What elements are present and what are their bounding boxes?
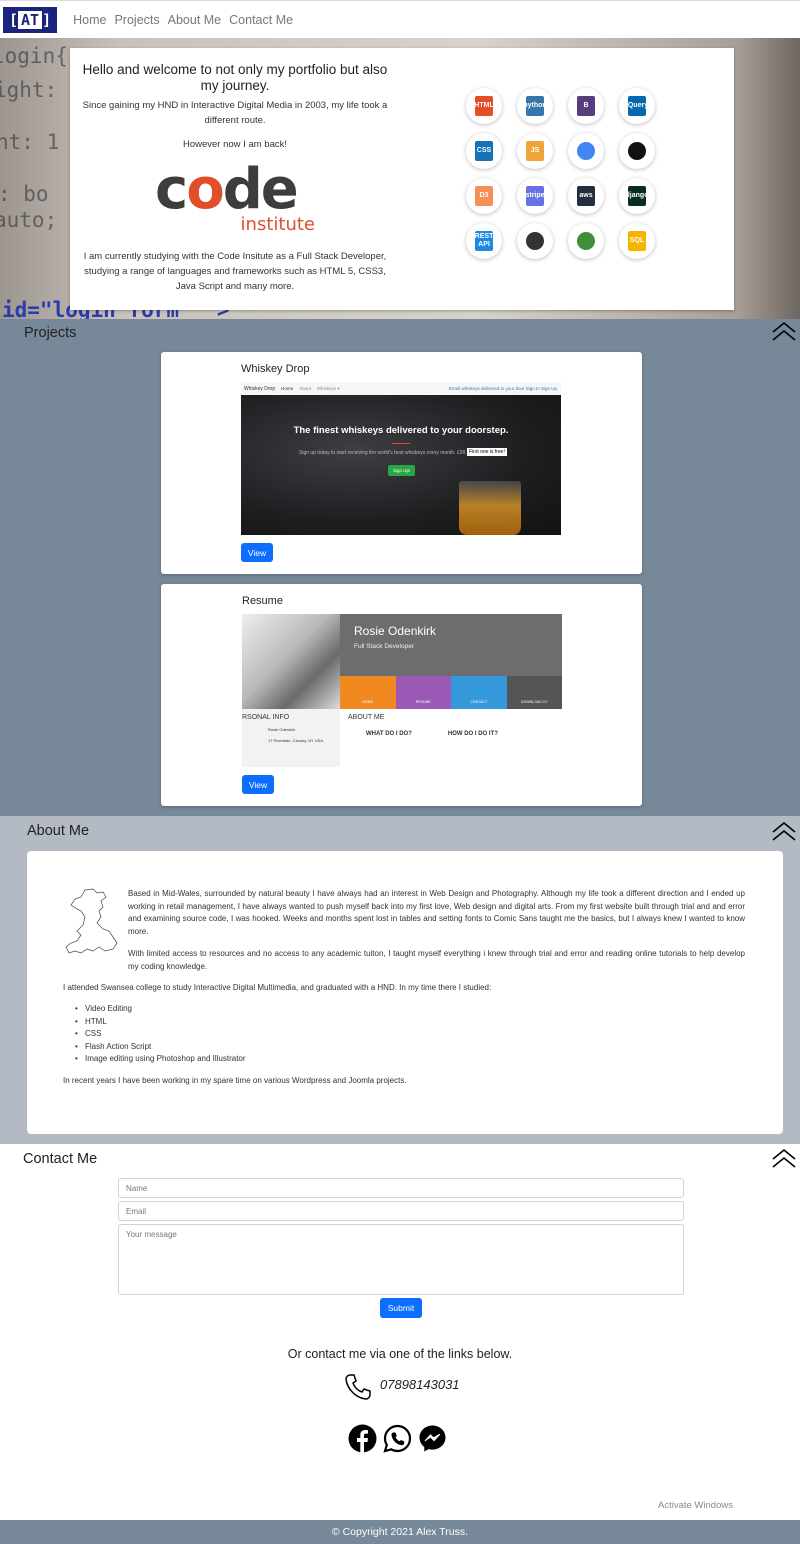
stripe-icon: stripe	[517, 178, 553, 214]
hero-intro: Hello and welcome to not only my portfol…	[78, 62, 392, 294]
project-card-resume: Resume Rosie Odenkirk Full Stack Develop…	[161, 584, 642, 806]
hero-studying-text: I am currently studying with the Code In…	[83, 251, 387, 292]
project-card-whiskey-drop: Whiskey Drop Whiskey Drop Home About Whi…	[161, 352, 642, 574]
copyright-text: © Copyright 2021 Alex Truss.	[331, 1526, 469, 1538]
heroku-icon	[517, 223, 553, 259]
resume-shot-personal-info: RSONAL INFO Rosie Odenkirk 17 Riverdale,…	[242, 709, 340, 767]
resume-shot-tab: HOME	[340, 676, 396, 709]
brand-logo[interactable]: [AT]	[3, 6, 58, 33]
about-skills-list: Video Editing HTML CSS Flash Action Scri…	[63, 1003, 246, 1066]
project-title: Resume	[242, 595, 283, 607]
hero-heading: Hello and welcome to not only my portfol…	[82, 62, 388, 93]
hero-intro-text: Since gaining my HND in Interactive Digi…	[82, 100, 388, 126]
whiskey-glass-image	[459, 481, 521, 535]
hero-back-text: However now I am back!	[182, 139, 287, 150]
sql-icon: SQL	[619, 223, 655, 259]
projects-section: Projects Whiskey Drop Whiskey Drop Home …	[0, 319, 800, 816]
projects-header: Projects	[0, 319, 800, 347]
contact-section: Contact Me Name Email Your message Submi…	[0, 1144, 800, 1520]
code-institute-logo: code institute	[155, 157, 315, 236]
resume-screenshot: Rosie Odenkirk Full Stack Developer HOME…	[242, 614, 562, 767]
about-section: About Me Based in Mid-Wales, surrounded …	[0, 816, 800, 1144]
resume-shot-header: Rosie Odenkirk Full Stack Developer	[340, 614, 562, 676]
nav-link-home[interactable]: Home	[73, 13, 106, 27]
phone-icon[interactable]	[343, 1372, 373, 1402]
resume-portrait-image	[242, 614, 340, 709]
view-resume-button[interactable]: View	[242, 775, 274, 794]
aws-icon: aws	[568, 178, 604, 214]
hero-bg-code-line: : bo	[0, 182, 49, 206]
html5-icon: HTML	[466, 88, 502, 124]
about-header: About Me	[0, 816, 800, 844]
rest-api-icon: REST API	[466, 223, 502, 259]
footer: © Copyright 2021 Alex Truss.	[0, 1520, 800, 1544]
about-paragraph: I attended Swansea college to study Inte…	[63, 983, 492, 992]
navbar: [AT] Home Projects About Me Contact Me	[0, 0, 800, 38]
view-whiskey-drop-button[interactable]: View	[241, 543, 273, 562]
resume-shot-about: ABOUT ME WHAT DO I DO? HOW DO I DO IT?	[348, 714, 498, 737]
github-icon	[619, 133, 655, 169]
submit-button[interactable]: Submit	[380, 1298, 422, 1318]
whiskey-drop-shot-subline: Sign up today to start receiving the wor…	[299, 450, 473, 456]
nav-link-contact[interactable]: Contact Me	[229, 13, 293, 27]
resume-shot-role: Full Stack Developer	[354, 643, 414, 650]
wales-map-icon	[65, 888, 118, 954]
resume-shot-tab: CONTACT	[451, 676, 507, 709]
python-icon: python	[517, 88, 553, 124]
hero-bg-code-line: ht: 1	[0, 130, 60, 154]
message-textarea[interactable]: Your message	[118, 1224, 684, 1295]
d3-crossfilter-icon: D3	[466, 178, 502, 214]
contact-header: Contact Me	[0, 1144, 800, 1172]
resume-shot-tab: DOWNLOAD CV	[506, 676, 562, 709]
whiskey-drop-shot-navbar: Whiskey Drop Home About Whiskeys ▾ Email…	[241, 382, 561, 395]
about-card: Based in Mid-Wales, surrounded by natura…	[27, 851, 783, 1134]
resume-shot-tab: RESUME	[395, 676, 451, 709]
nav-link-projects[interactable]: Projects	[114, 13, 159, 27]
whiskey-drop-shot-headline: The finest whiskeys delivered to your do…	[293, 425, 509, 436]
resume-shot-name: Rosie Odenkirk	[354, 624, 437, 638]
jquery-icon: jQuery	[619, 88, 655, 124]
projects-title: Projects	[24, 325, 77, 341]
google-dev-icon	[568, 133, 604, 169]
list-item: Image editing using Photoshop and Illust…	[63, 1053, 246, 1066]
whiskey-drop-shot-badge: First one is free!	[467, 448, 507, 456]
list-item: Flash Action Script	[63, 1041, 246, 1054]
name-input[interactable]: Name	[118, 1178, 684, 1198]
double-chevron-up-icon[interactable]	[772, 321, 796, 343]
mongodb-icon	[568, 223, 604, 259]
css3-icon: CSS	[466, 133, 502, 169]
facebook-icon[interactable]	[348, 1424, 377, 1453]
list-item: HTML	[63, 1016, 246, 1029]
contact-alt-text: Or contact me via one of the links below…	[287, 1347, 513, 1361]
double-chevron-up-icon[interactable]	[772, 821, 796, 843]
brand-text: AT	[18, 10, 43, 29]
list-item: Video Editing	[63, 1003, 246, 1016]
whiskey-drop-screenshot: Whiskey Drop Home About Whiskeys ▾ Email…	[241, 382, 561, 535]
nav-link-about[interactable]: About Me	[168, 13, 222, 27]
windows-activation-watermark: Activate Windows	[658, 1500, 733, 1511]
bootstrap-icon: B	[568, 88, 604, 124]
contact-title: Contact Me	[23, 1151, 98, 1167]
hero-bg-code-line: login{	[0, 44, 68, 68]
email-input[interactable]: Email	[118, 1201, 684, 1221]
messenger-icon[interactable]	[418, 1424, 447, 1453]
whiskey-drop-shot-divider	[392, 443, 410, 444]
whiskey-drop-shot-button: Sign Up!	[388, 465, 416, 476]
about-title: About Me	[27, 823, 90, 839]
about-paragraph: With limited access to resources and no …	[128, 949, 745, 971]
hero-section: login{ ight: 1 ht: 1 : bo auto; id="logi…	[0, 38, 800, 319]
hero-bg-code-line: auto;	[0, 208, 58, 232]
about-paragraph: In recent years I have been working in m…	[63, 1076, 407, 1085]
tech-icons-grid: HTML python BjQuery CSS JS D3 stripe aws django R…	[466, 88, 655, 259]
project-title: Whiskey Drop	[241, 363, 310, 375]
phone-number[interactable]: 07898143031	[380, 1377, 460, 1392]
javascript-icon: JS	[517, 133, 553, 169]
hero-card: Hello and welcome to not only my portfol…	[70, 48, 734, 310]
whatsapp-icon[interactable]	[383, 1424, 412, 1453]
resume-shot-tabs: HOME RESUME CONTACT DOWNLOAD CV	[340, 676, 562, 709]
about-paragraph: Based in Mid-Wales, surrounded by natura…	[128, 889, 745, 936]
list-item: CSS	[63, 1028, 246, 1041]
django-icon: django	[619, 178, 655, 214]
double-chevron-up-icon[interactable]	[772, 1148, 796, 1170]
